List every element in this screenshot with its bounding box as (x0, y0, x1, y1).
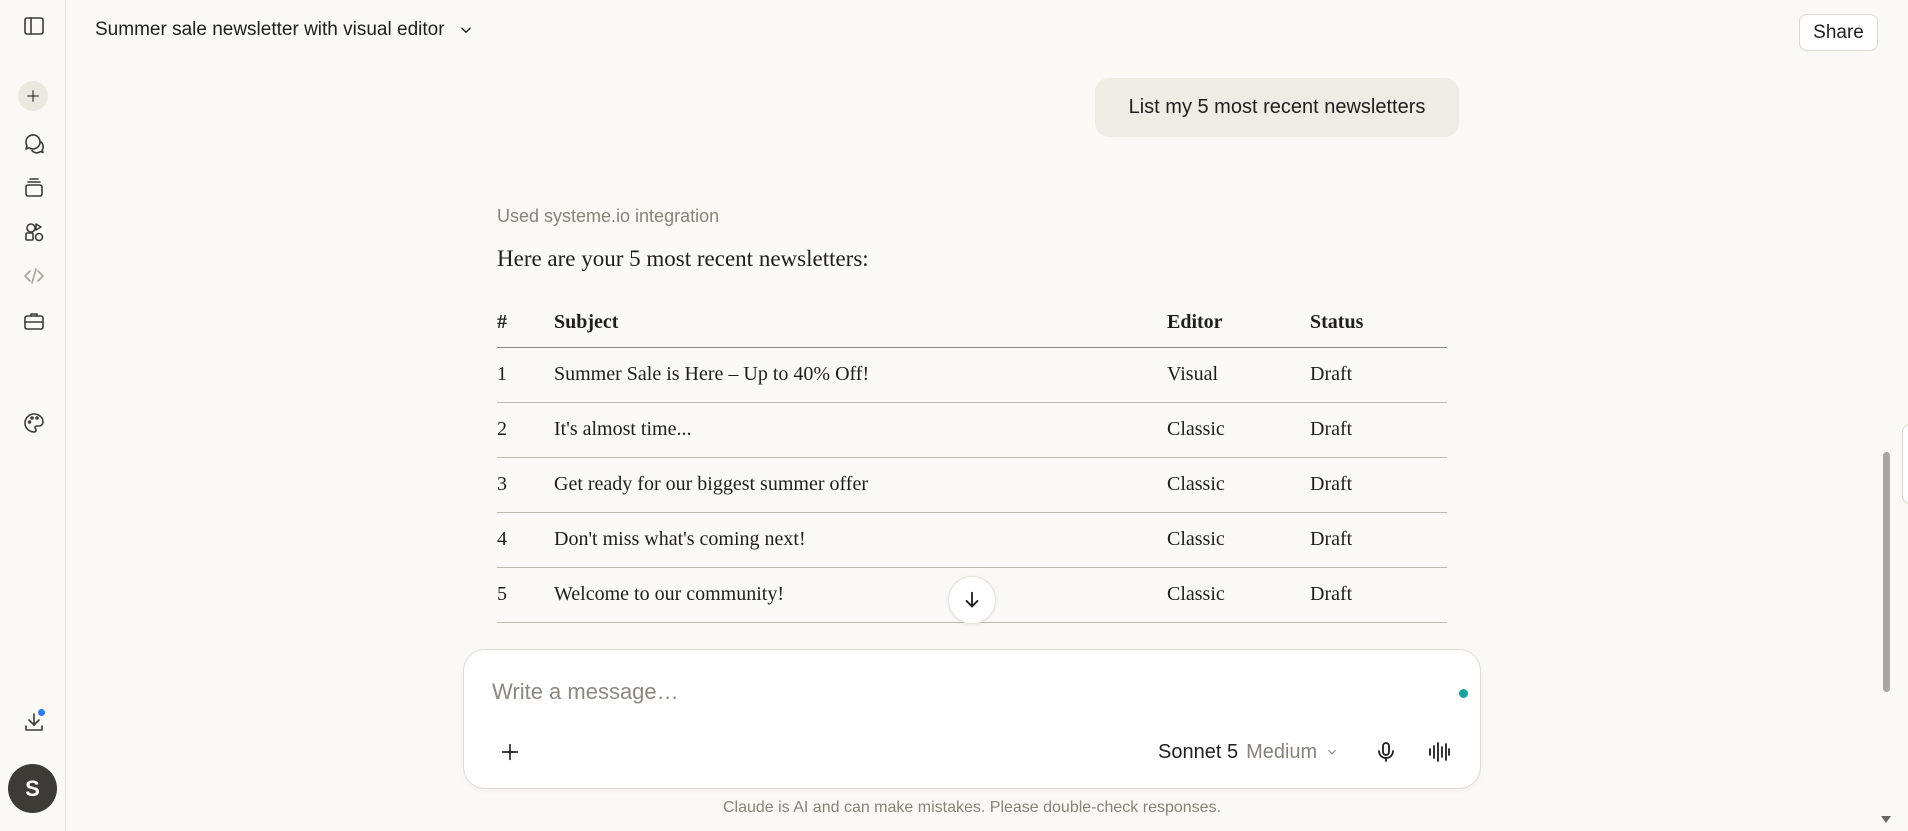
waveform-icon (1429, 742, 1450, 762)
chevron-down-icon (1328, 749, 1337, 755)
arrow-down-icon (965, 591, 979, 608)
avatar[interactable]: S (8, 764, 57, 813)
new-chat-button[interactable] (18, 81, 48, 111)
tool-used-indicator[interactable]: Used systeme.io integration (497, 206, 719, 227)
plus-icon (501, 743, 519, 761)
attach-button[interactable] (494, 736, 526, 768)
share-button[interactable]: Share (1799, 14, 1878, 51)
code-button[interactable] (15, 257, 53, 295)
sidebar-toggle-button[interactable] (15, 7, 53, 45)
customize-button[interactable] (15, 404, 53, 442)
row-editor: Classic (1167, 457, 1310, 513)
model-effort: Medium (1246, 740, 1318, 763)
row-number: 5 (497, 567, 554, 623)
column-header-subject: Subject (554, 298, 1167, 348)
conversation-title-dropdown[interactable]: Summer sale newsletter with visual edito… (95, 19, 475, 41)
chats-icon (25, 134, 44, 154)
voice-mode-button[interactable] (1422, 736, 1456, 768)
artifacts-button[interactable] (15, 213, 53, 251)
row-subject: Welcome to our community! (554, 567, 1167, 623)
microphone-icon (1378, 742, 1394, 762)
tools-button[interactable] (15, 302, 53, 340)
row-number: 1 (497, 347, 554, 403)
projects-icon (25, 178, 43, 197)
chevron-down-icon (460, 27, 471, 34)
table-row: 1 Summer Sale is Here – Up to 40% Off! V… (497, 347, 1447, 403)
table-row: 3 Get ready for our biggest summer offer… (497, 457, 1447, 513)
row-editor: Classic (1167, 402, 1310, 458)
row-subject: Don't miss what's coming next! (554, 512, 1167, 568)
status-dot (1459, 689, 1468, 698)
row-subject: Get ready for our biggest summer offer (554, 457, 1167, 513)
code-icon (24, 268, 44, 284)
row-status: Draft (1310, 567, 1447, 623)
row-number: 2 (497, 402, 554, 458)
row-status: Draft (1310, 402, 1447, 458)
message-composer: Sonnet 5 Medium (463, 649, 1481, 789)
row-editor: Classic (1167, 512, 1310, 568)
page-scrollbar[interactable] (1878, 0, 1894, 831)
projects-button[interactable] (15, 169, 53, 207)
side-panel-tab[interactable] (1902, 424, 1908, 504)
notification-dot (36, 707, 47, 718)
table-row: 2 It's almost time... Classic Draft (497, 402, 1447, 458)
column-header-editor: Editor (1167, 298, 1310, 348)
row-editor: Classic (1167, 567, 1310, 623)
row-status: Draft (1310, 347, 1447, 403)
model-name: Sonnet 5 (1158, 740, 1239, 763)
plus-icon (27, 90, 39, 102)
row-status: Draft (1310, 457, 1447, 513)
row-editor: Visual (1167, 347, 1310, 403)
sidebar-toggle-icon (24, 17, 44, 35)
scrollbar-thumb[interactable] (1883, 452, 1890, 692)
artifacts-icon (25, 223, 44, 242)
row-number: 3 (497, 457, 554, 513)
briefcase-icon (24, 313, 44, 330)
palette-icon (24, 413, 44, 433)
scroll-down-arrow[interactable] (1881, 816, 1891, 823)
model-selector[interactable]: Sonnet 5 Medium (1158, 736, 1339, 768)
chats-button[interactable] (15, 124, 53, 162)
row-subject: Summer Sale is Here – Up to 40% Off! (554, 347, 1167, 403)
disclaimer: Claude is AI and can make mistakes. Plea… (722, 799, 1222, 816)
user-message: List my 5 most recent newsletters (1095, 78, 1459, 137)
scroll-to-bottom-button[interactable] (948, 576, 996, 624)
message-input[interactable] (492, 672, 1392, 712)
column-header-number: # (497, 298, 554, 348)
left-rail: S (0, 0, 66, 831)
download-button[interactable] (15, 703, 53, 741)
row-subject: It's almost time... (554, 402, 1167, 458)
assistant-intro: Here are your 5 most recent newsletters: (497, 246, 869, 271)
table-row: 4 Don't miss what's coming next! Classic… (497, 512, 1447, 568)
column-header-status: Status (1310, 298, 1447, 348)
row-number: 4 (497, 512, 554, 568)
conversation-title: Summer sale newsletter with visual edito… (95, 19, 445, 40)
newsletters-table: # Subject Editor Status 1 Summer Sale is… (497, 298, 1447, 623)
dictation-button[interactable] (1370, 736, 1402, 768)
table-header-row: # Subject Editor Status (497, 298, 1447, 348)
row-status: Draft (1310, 512, 1447, 568)
